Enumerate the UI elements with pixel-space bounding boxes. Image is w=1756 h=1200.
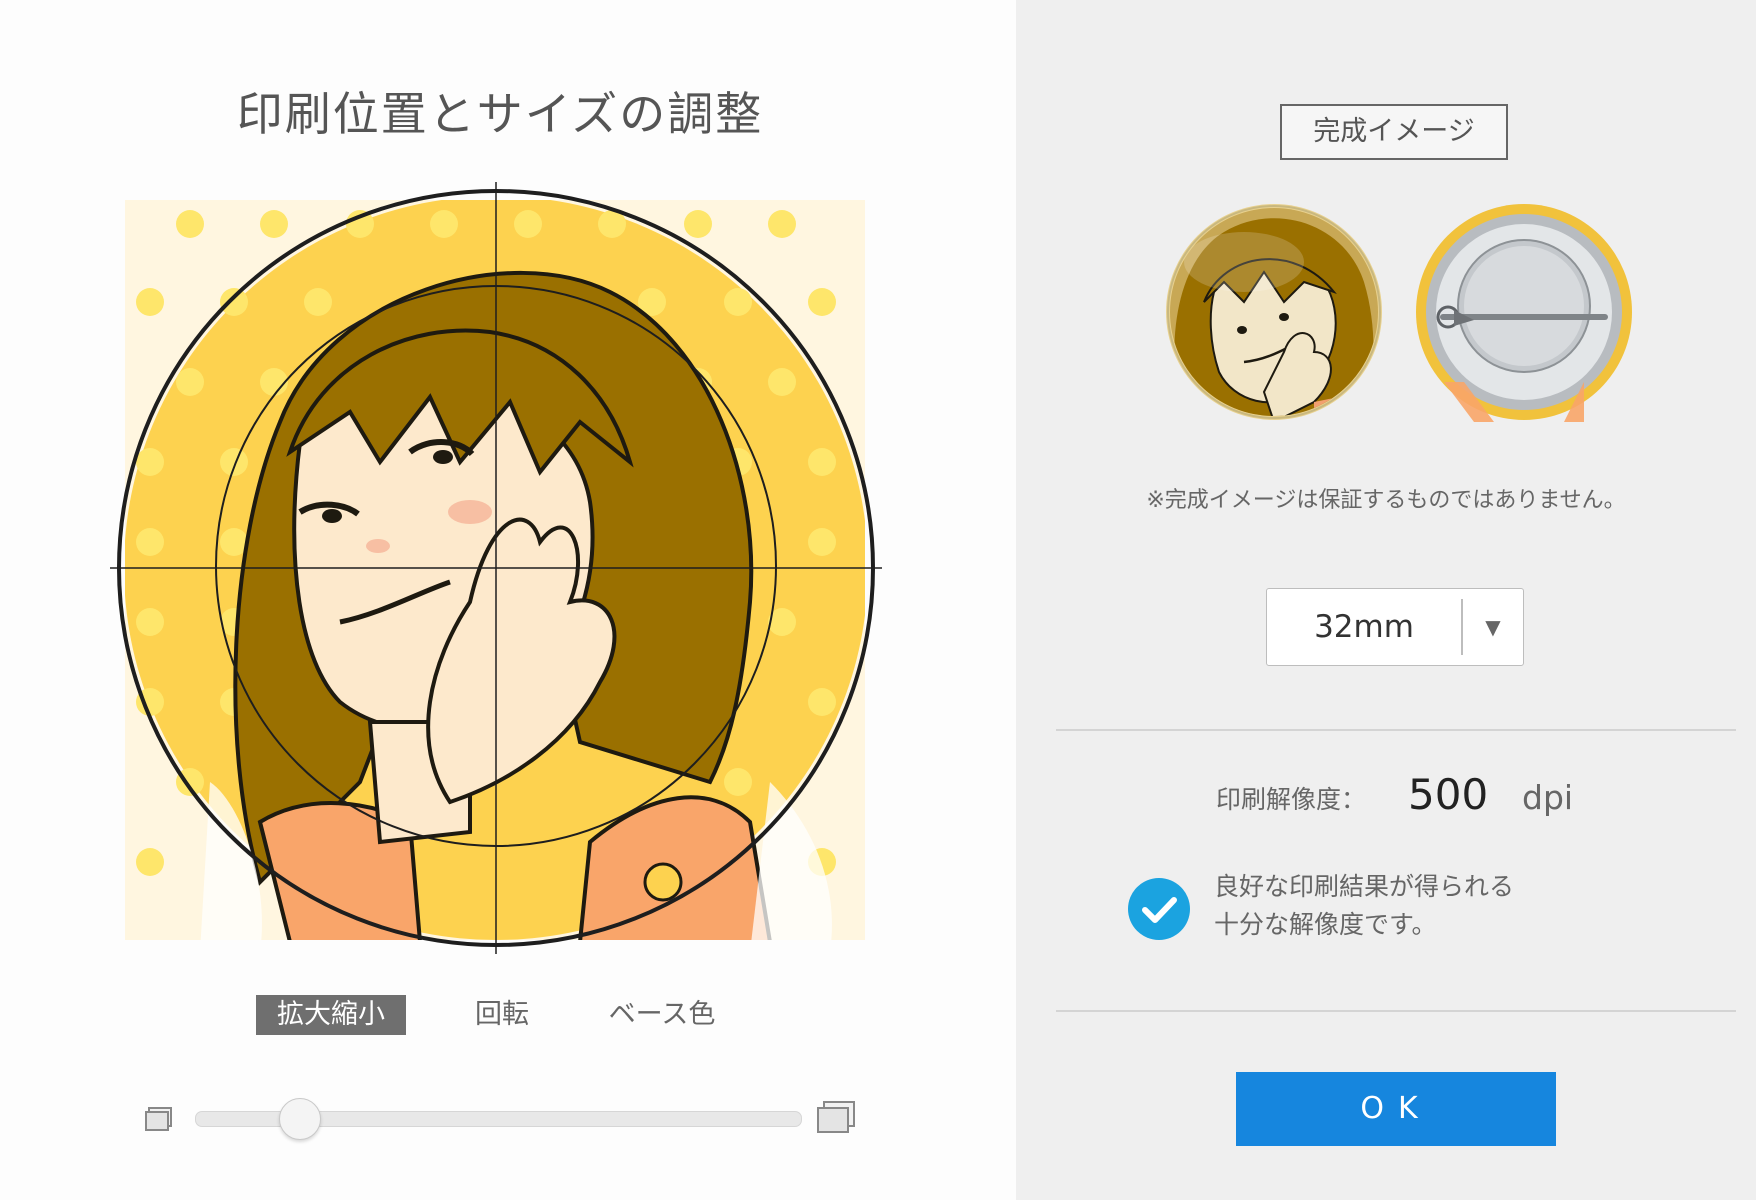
- tab-base-color[interactable]: ベース色: [592, 995, 732, 1035]
- badge-size-value: 32mm: [1314, 609, 1414, 645]
- badge-front-preview: [1166, 204, 1382, 420]
- divider: [1056, 1010, 1736, 1012]
- badge-back-preview: [1416, 204, 1632, 422]
- zoom-slider-row: [140, 1098, 860, 1140]
- resolution-status-message: 良好な印刷結果が得られる 十分な解像度です。: [1214, 868, 1514, 944]
- preview-pane: 完成イメージ ※完成イメージは保証するものではありません。 32mm ▼ 印刷解…: [1016, 0, 1756, 1200]
- zoom-in-icon[interactable]: [816, 1100, 856, 1134]
- ok-button[interactable]: OK: [1236, 1072, 1556, 1146]
- resolution-status-line2: 十分な解像度です。: [1214, 910, 1437, 939]
- resolution-label: 印刷解像度：: [1216, 785, 1367, 814]
- chevron-down-icon[interactable]: ▼: [1463, 589, 1523, 665]
- resolution-status-line1: 良好な印刷結果が得られる: [1214, 872, 1515, 901]
- tab-zoom[interactable]: 拡大縮小: [256, 995, 406, 1035]
- preview-disclaimer: ※完成イメージは保証するものではありません。: [1146, 488, 1626, 513]
- divider: [1056, 729, 1736, 731]
- badge-size-select[interactable]: 32mm ▼: [1266, 588, 1524, 666]
- tab-rotate[interactable]: 回転: [452, 995, 552, 1035]
- preview-label: 完成イメージ: [1280, 104, 1508, 160]
- image-canvas[interactable]: [110, 182, 882, 954]
- zoom-out-icon[interactable]: [144, 1106, 174, 1132]
- page-title: 印刷位置とサイズの調整: [236, 87, 764, 141]
- zoom-slider-handle[interactable]: [279, 1098, 321, 1140]
- badge-artwork: [110, 182, 882, 954]
- zoom-slider-track[interactable]: [195, 1098, 802, 1140]
- resolution-value: 500: [1408, 770, 1489, 819]
- resolution-unit: dpi: [1522, 778, 1574, 817]
- check-icon: [1128, 878, 1190, 940]
- editor-pane: 印刷位置とサイズの調整 拡大縮小 回転 ベース色: [0, 0, 1016, 1200]
